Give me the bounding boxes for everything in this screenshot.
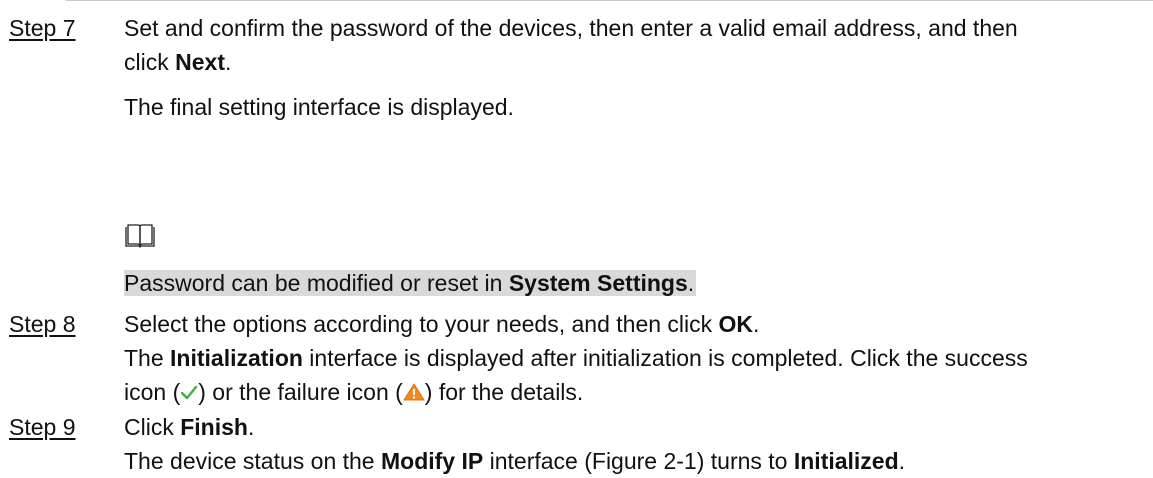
step-8-result-line-2: icon () or the failure icon () for the d…: [124, 379, 584, 405]
finish-keyword: Finish: [180, 414, 248, 440]
step-9-instruction: Click Finish.: [124, 414, 255, 440]
step-9-label: Step 9: [9, 414, 76, 440]
initialization-keyword: Initialization: [170, 345, 303, 371]
ok-keyword: OK: [718, 311, 754, 337]
check-icon: [181, 385, 198, 400]
next-keyword: Next: [175, 49, 225, 75]
book-icon: [125, 224, 155, 248]
step-8-instruction: Select the options according to your nee…: [124, 311, 760, 337]
step-7-instruction-line-1: Set and confirm the password of the devi…: [124, 15, 1018, 41]
step-7-result: The final setting interface is displayed…: [124, 94, 514, 120]
system-settings-keyword: System Settings: [508, 270, 688, 296]
step-8-label: Step 8: [9, 311, 76, 337]
warning-icon: [403, 383, 425, 401]
top-rule: [66, 0, 1153, 1]
step-7-label: Step 7: [9, 15, 76, 41]
step-8-result-line-1: The Initialization interface is displaye…: [124, 345, 1028, 371]
step-9-result: The device status on the Modify IP inter…: [124, 448, 906, 474]
note-text: Password can be modified or reset in Sys…: [124, 270, 697, 296]
step-7-instruction-line-2: click Next.: [124, 49, 232, 75]
